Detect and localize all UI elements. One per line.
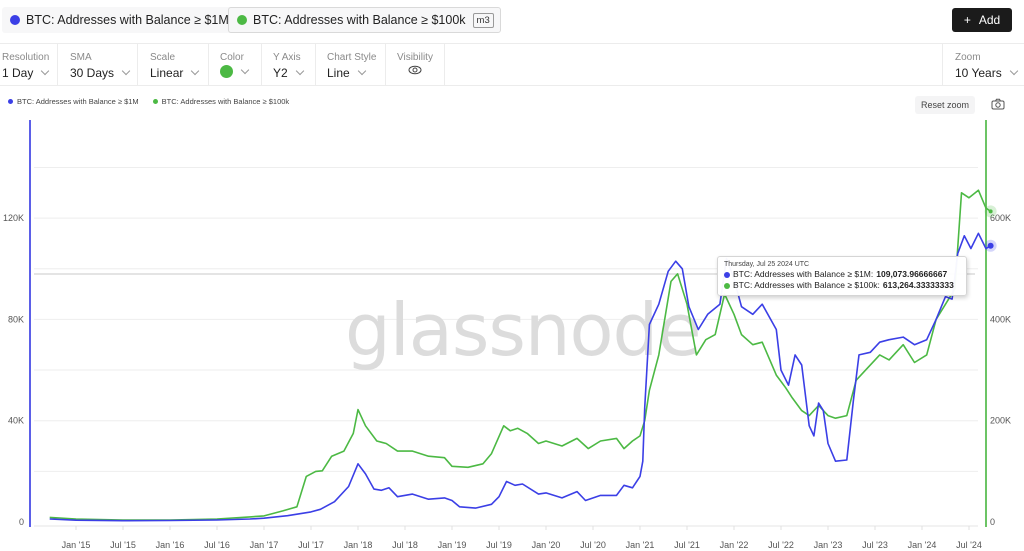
- x-tick-label: Jul '18: [392, 540, 418, 550]
- metric-label: BTC: Addresses with Balance ≥ $100k: [253, 13, 466, 27]
- scale-label: Scale: [150, 52, 176, 63]
- scale-select[interactable]: Scale Linear: [138, 44, 209, 85]
- x-tick-label: Jul '21: [674, 540, 700, 550]
- x-tick-label: Jan '23: [814, 540, 843, 550]
- chevron-down-icon: [240, 65, 250, 74]
- x-tick-label: Jul '20: [580, 540, 606, 550]
- reset-zoom-button[interactable]: Reset zoom: [915, 96, 975, 114]
- legend-label: BTC: Addresses with Balance ≥ $100k: [161, 97, 290, 106]
- tooltip-dot: [724, 271, 730, 278]
- y-right-tick-label: 200K: [990, 416, 1011, 426]
- x-axis: Jan '15 Jul '15 Jan '16 Jul '16 Jan '17 Jul '…: [62, 526, 982, 550]
- add-button[interactable]: + Add: [952, 8, 1012, 32]
- camera-icon[interactable]: [991, 98, 1005, 110]
- y-left-tick-label: 40K: [8, 416, 24, 426]
- legend-label: BTC: Addresses with Balance ≥ $1M: [17, 97, 139, 106]
- x-tick-label: Jul '19: [486, 540, 512, 550]
- x-tick-label: Jul '17: [298, 540, 324, 550]
- chart-style-select[interactable]: Chart Style Line: [316, 44, 386, 85]
- y-left-tick-label: 80K: [8, 314, 24, 324]
- x-tick-label: Jan '16: [156, 540, 185, 550]
- resolution-value: 1 Day: [2, 66, 34, 80]
- resolution-select[interactable]: Resolution 1 Day: [0, 44, 58, 85]
- tooltip-date: Thursday, Jul 25 2024 UTC: [724, 261, 810, 268]
- color-label: Color: [220, 52, 244, 63]
- x-tick-label: Jul '16: [204, 540, 230, 550]
- y-right-tick-label: 400K: [990, 314, 1011, 324]
- y-axis-select[interactable]: Y Axis Y2: [262, 44, 316, 85]
- tooltip-row: BTC: Addresses with Balance ≥ $100k: 613…: [724, 280, 960, 291]
- y-axis-value: Y2: [273, 66, 288, 80]
- x-tick-label: Jan '18: [344, 540, 373, 550]
- x-tick-label: Jan '15: [62, 540, 91, 550]
- x-tick-label: Jul '23: [862, 540, 888, 550]
- tooltip-value: 613,264.33333333: [882, 280, 954, 290]
- zoom-value: 10 Years: [955, 66, 1002, 80]
- scale-value: Linear: [150, 66, 184, 80]
- visibility-toggle[interactable]: Visibility: [386, 44, 445, 85]
- chevron-down-icon: [357, 66, 366, 76]
- x-tick-label: Jan '19: [438, 540, 467, 550]
- metric-chip-m3[interactable]: BTC: Addresses with Balance ≥ $100k m3: [228, 7, 501, 33]
- y-right-tick-label: 0: [990, 517, 995, 527]
- color-select[interactable]: Color: [209, 44, 262, 85]
- tooltip-dot: [724, 282, 730, 289]
- visibility-label: Visibility: [397, 52, 433, 63]
- color-swatch: [220, 65, 233, 78]
- x-tick-label: Jul '24: [956, 540, 982, 550]
- y-left-tick-label: 0: [19, 517, 24, 527]
- sma-select[interactable]: SMA 30 Days: [58, 44, 138, 85]
- metric-label: BTC: Addresses with Balance ≥ $1M: [26, 13, 229, 27]
- chart-style-value: Line: [327, 66, 350, 80]
- metric-color-dot: [237, 15, 247, 25]
- y-axis-left: 0 40K 80K 120K: [3, 213, 24, 527]
- x-tick-label: Jul '15: [110, 540, 136, 550]
- x-tick-label: Jul '22: [768, 540, 794, 550]
- y-axis-label: Y Axis: [273, 52, 301, 63]
- x-tick-label: Jan '21: [626, 540, 655, 550]
- chart-legend: BTC: Addresses with Balance ≥ $1M BTC: A…: [8, 97, 289, 106]
- metric-chip-m1[interactable]: BTC: Addresses with Balance ≥ $1M m1: [2, 7, 263, 33]
- chart-tooltip: Thursday, Jul 25 2024 UTC BTC: Addresses…: [717, 256, 967, 296]
- plus-icon: +: [963, 13, 971, 27]
- tooltip-value: 109,073.96666667: [876, 269, 948, 279]
- sma-label: SMA: [70, 52, 92, 63]
- chart-style-label: Chart Style: [327, 52, 377, 63]
- y-left-tick-label: 120K: [3, 213, 24, 223]
- metrics-bar: BTC: Addresses with Balance ≥ $1M m1 BTC…: [0, 0, 1024, 44]
- legend-dot: [8, 99, 13, 104]
- legend-item-m1[interactable]: BTC: Addresses with Balance ≥ $1M: [8, 97, 139, 106]
- hover-marker: [987, 242, 994, 249]
- y-axis-right: 0200K400K600K: [990, 213, 1011, 527]
- add-button-label: Add: [978, 13, 1001, 27]
- eye-icon: [408, 65, 422, 75]
- legend-item-m3[interactable]: BTC: Addresses with Balance ≥ $100k: [152, 97, 290, 106]
- chevron-down-icon: [295, 66, 304, 76]
- chevron-down-icon: [121, 66, 131, 76]
- sma-value: 30 Days: [70, 66, 115, 80]
- zoom-select[interactable]: Zoom 10 Years: [942, 44, 1024, 85]
- chevron-down-icon: [191, 66, 200, 76]
- tooltip-label: BTC: Addresses with Balance ≥ $100k:: [733, 280, 880, 290]
- zoom-label: Zoom: [955, 52, 981, 63]
- x-tick-label: Jan '24: [908, 540, 937, 550]
- metric-color-dot: [10, 15, 20, 25]
- x-tick-label: Jan '20: [532, 540, 561, 550]
- tooltip-row: BTC: Addresses with Balance ≥ $1M: 109,0…: [724, 269, 960, 280]
- chevron-down-icon: [41, 66, 50, 76]
- x-tick-label: Jan '22: [720, 540, 749, 550]
- x-tick-label: Jan '17: [250, 540, 279, 550]
- metric-tag: m3: [472, 12, 494, 28]
- tooltip-label: BTC: Addresses with Balance ≥ $1M:: [733, 269, 874, 279]
- hover-marker: [988, 209, 993, 214]
- settings-bar: Resolution 1 Day SMA 30 Days Scale Linea…: [0, 44, 1024, 86]
- chevron-down-icon: [1009, 66, 1018, 76]
- legend-dot: [152, 99, 158, 104]
- line-chart[interactable]: glassnode 040K80K120K 0200K400K600K Jan …: [0, 115, 1024, 551]
- resolution-label: Resolution: [2, 52, 50, 63]
